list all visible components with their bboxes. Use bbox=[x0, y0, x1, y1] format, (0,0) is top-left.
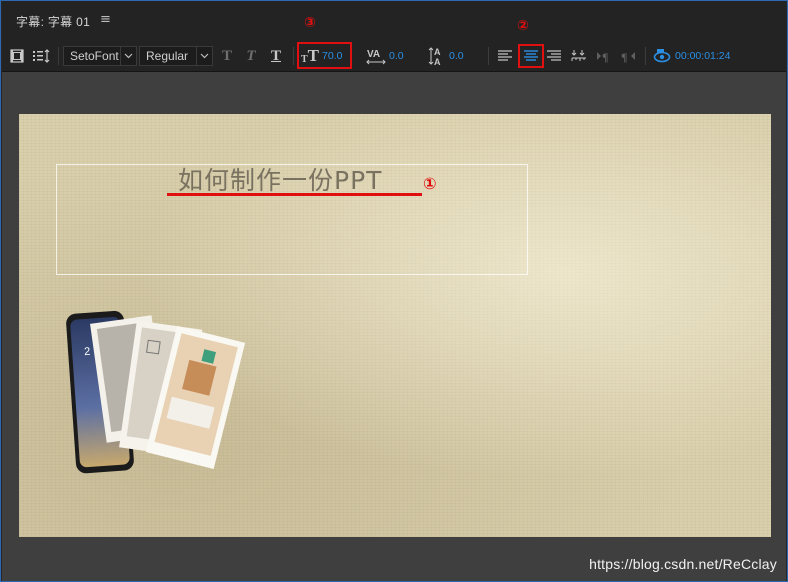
title-canvas[interactable]: 如何制作一份PPT ① 2 bbox=[19, 114, 771, 537]
titler-toolbar: SetoFont Regular T T T TT 70.0 VA 0.0 AA… bbox=[2, 41, 786, 72]
title-text[interactable]: 如何制作一份PPT bbox=[178, 161, 382, 197]
svg-text:¶: ¶ bbox=[621, 50, 627, 63]
paragraph-ltr-icon[interactable]: ¶ bbox=[595, 41, 613, 71]
panel-tab-title[interactable]: 字幕: 字幕 01 bbox=[16, 13, 90, 30]
chevron-down-icon bbox=[196, 47, 212, 65]
annotation-marker-1: ① bbox=[423, 174, 437, 193]
font-style-dropdown[interactable]: Regular bbox=[139, 46, 213, 66]
roll-crawl-options-icon[interactable] bbox=[31, 41, 51, 71]
titler-panel: 字幕: 字幕 01 ≡ SetoFont Regular T T T TT 70… bbox=[0, 0, 788, 582]
svg-text:A: A bbox=[434, 47, 441, 57]
svg-text:VA: VA bbox=[367, 49, 380, 60]
film-frame-icon[interactable] bbox=[8, 41, 26, 71]
align-right-icon[interactable] bbox=[545, 41, 563, 71]
annotation-highlight-center-align bbox=[518, 44, 544, 68]
annotation-marker-3: ③ bbox=[304, 15, 316, 31]
toolbar-separator bbox=[645, 47, 646, 65]
italic-text-icon[interactable]: T bbox=[242, 41, 260, 71]
leading-value[interactable]: 0.0 bbox=[449, 50, 464, 62]
toolbar-separator bbox=[58, 47, 59, 65]
background-timecode[interactable]: 00:00:01:24 bbox=[675, 50, 730, 62]
underline-text-icon[interactable]: T bbox=[267, 41, 285, 71]
annotation-underline bbox=[167, 193, 422, 196]
bold-text-icon[interactable]: T bbox=[218, 41, 236, 71]
phone-and-photos-image: 2 bbox=[66, 310, 246, 474]
annotation-highlight-font-size bbox=[297, 42, 352, 69]
titler-workspace: 如何制作一份PPT ① 2 bbox=[2, 72, 786, 581]
chevron-down-icon bbox=[120, 47, 136, 65]
font-family-dropdown[interactable]: SetoFont bbox=[63, 46, 137, 66]
panel-menu-icon[interactable]: ≡ bbox=[100, 12, 111, 27]
svg-text:¶: ¶ bbox=[602, 50, 608, 63]
watermark-url: https://blog.csdn.net/ReCclay bbox=[589, 556, 777, 572]
tab-stops-icon[interactable] bbox=[569, 41, 589, 71]
toolbar-separator bbox=[293, 47, 294, 65]
annotation-marker-2: ② bbox=[517, 18, 529, 34]
paragraph-rtl-icon[interactable]: ¶ bbox=[619, 41, 637, 71]
panel-header: 字幕: 字幕 01 ≡ bbox=[2, 1, 786, 41]
leading-icon: AA bbox=[427, 41, 447, 71]
font-style-value: Regular bbox=[146, 49, 189, 63]
kerning-value[interactable]: 0.0 bbox=[389, 50, 404, 62]
svg-text:2: 2 bbox=[84, 346, 91, 358]
toolbar-separator bbox=[488, 47, 489, 65]
font-family-value: SetoFont bbox=[70, 49, 119, 63]
svg-text:A: A bbox=[434, 57, 441, 67]
show-background-video-icon[interactable] bbox=[652, 41, 672, 71]
kerning-icon: VA bbox=[365, 41, 387, 71]
align-left-icon[interactable] bbox=[496, 41, 514, 71]
